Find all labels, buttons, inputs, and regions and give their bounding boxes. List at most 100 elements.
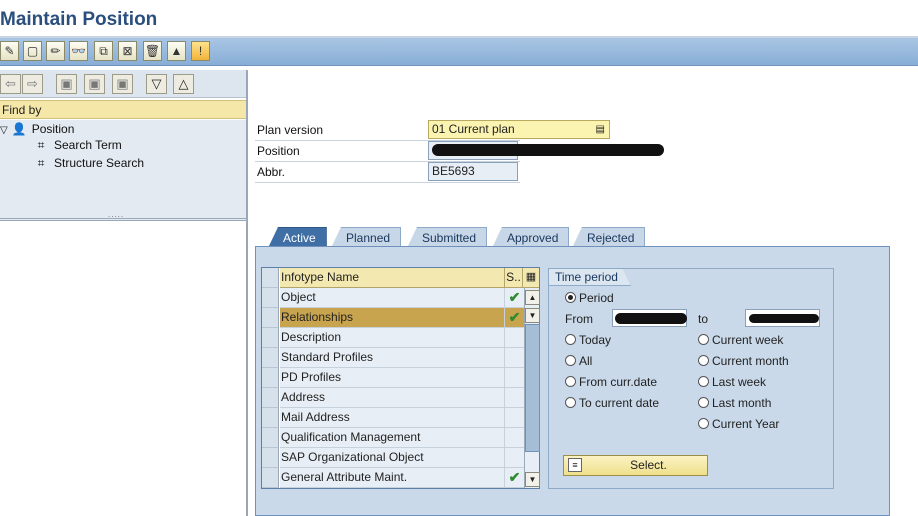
- tree-tool-3-icon[interactable]: ▣: [112, 74, 133, 94]
- radio-all[interactable]: All: [565, 352, 592, 370]
- overview-icon[interactable]: ▲: [167, 41, 186, 61]
- forward-arrow-icon[interactable]: ⇨: [22, 74, 43, 94]
- expand-all-icon[interactable]: ▽: [146, 74, 167, 94]
- tab-approved[interactable]: Approved: [492, 227, 570, 248]
- row-selector[interactable]: [262, 468, 279, 488]
- scroll-down-icon[interactable]: ▼: [525, 472, 540, 487]
- vertical-scrollbar[interactable]: ▲ ▼ ▼: [524, 288, 540, 488]
- plan-version-value: 01 Current plan: [432, 122, 515, 136]
- status-cell: [504, 448, 524, 468]
- row-selector[interactable]: [262, 308, 279, 328]
- radio-last-week[interactable]: Last week: [698, 373, 766, 391]
- collapse-triangle-icon[interactable]: ▽: [0, 125, 8, 136]
- radio-icon: [698, 376, 709, 387]
- tab-submitted[interactable]: Submitted: [407, 227, 488, 248]
- table-row[interactable]: SAP Organizational Object: [280, 448, 504, 468]
- check-icon: ✔: [504, 468, 524, 488]
- status-cell: [504, 428, 524, 448]
- column-settings-icon[interactable]: ▦: [522, 268, 539, 288]
- display-icon[interactable]: 👓: [69, 41, 88, 61]
- tab-planned[interactable]: Planned: [331, 227, 402, 248]
- radio-current-month[interactable]: Current month: [698, 352, 789, 370]
- create-icon[interactable]: ▢: [23, 41, 42, 61]
- change-icon[interactable]: ✎: [0, 41, 19, 61]
- abbr-field[interactable]: BE5693: [428, 162, 518, 181]
- radio-icon: [565, 355, 576, 366]
- row-selector[interactable]: [262, 288, 279, 308]
- info-icon[interactable]: !: [191, 41, 210, 61]
- tree-tool-2-icon[interactable]: ▣: [84, 74, 105, 94]
- check-icon: ✔: [504, 308, 524, 328]
- scroll-thumb[interactable]: [525, 324, 540, 452]
- col-header-status[interactable]: S..: [504, 268, 522, 288]
- divider: [255, 182, 520, 183]
- radio-icon: [698, 397, 709, 408]
- status-cell: [504, 368, 524, 388]
- position-label: Position: [257, 144, 300, 158]
- tree-node-search-term[interactable]: ⌗ Search Term: [34, 136, 122, 154]
- binoculars-icon: ⌗: [37, 138, 45, 152]
- table-row[interactable]: Standard Profiles: [280, 348, 504, 368]
- radio-icon: [698, 418, 709, 429]
- radio-today[interactable]: Today: [565, 331, 611, 349]
- row-selector[interactable]: [262, 328, 279, 348]
- plan-version-field[interactable]: 01 Current plan ▤: [428, 120, 610, 139]
- find-by-header: Find by: [0, 100, 246, 119]
- radio-current-year[interactable]: Current Year: [698, 415, 779, 433]
- table-row[interactable]: Address: [280, 388, 504, 408]
- table-row[interactable]: PD Profiles: [280, 368, 504, 388]
- row-selector[interactable]: [262, 428, 279, 448]
- table-row[interactable]: Description: [280, 328, 504, 348]
- tree-node-structure-search[interactable]: ⌗ Structure Search: [34, 154, 144, 172]
- radio-period[interactable]: Period: [565, 289, 614, 307]
- table-row[interactable]: Object: [280, 288, 504, 308]
- radio-from-curr-date[interactable]: From curr.date: [565, 373, 657, 391]
- radio-last-month[interactable]: Last month: [698, 394, 771, 412]
- radio-label: Period: [579, 291, 614, 305]
- binoculars-icon: ⌗: [37, 156, 45, 170]
- copy-icon[interactable]: ⧉: [94, 41, 113, 61]
- check-icon: ✔: [504, 288, 524, 308]
- collapse-all-icon[interactable]: △: [173, 74, 194, 94]
- person-icon: 👤: [11, 122, 27, 136]
- row-selector[interactable]: [262, 388, 279, 408]
- scroll-up-icon[interactable]: ▲: [525, 290, 540, 305]
- tab-rejected[interactable]: Rejected: [572, 227, 646, 248]
- delete-icon[interactable]: 🗑: [143, 41, 162, 61]
- select-button[interactable]: ≡ Select.: [563, 455, 708, 476]
- select-all-cell[interactable]: [262, 268, 279, 288]
- abbr-label: Abbr.: [257, 165, 286, 179]
- row-selector[interactable]: [262, 368, 279, 388]
- search-tree: ▽ 👤 Position ⌗ Search Term ⌗ Structure Searc…: [0, 120, 246, 220]
- radio-label: Today: [579, 333, 612, 347]
- row-selector[interactable]: [262, 448, 279, 468]
- page-title: Maintain Position: [0, 9, 158, 30]
- table-row-selected[interactable]: Relationships: [280, 308, 504, 328]
- row-selector[interactable]: [262, 348, 279, 368]
- scroll-page-down-icon[interactable]: ▼: [525, 308, 540, 323]
- redacted-position-value: [432, 144, 664, 156]
- tab-active[interactable]: Active: [268, 227, 327, 248]
- row-selector[interactable]: [262, 408, 279, 428]
- radio-current-week[interactable]: Current week: [698, 331, 783, 349]
- panel-divider: [0, 218, 246, 221]
- col-header-infotype-name[interactable]: Infotype Name: [280, 268, 504, 288]
- status-cell: [504, 388, 524, 408]
- time-period-title: Time period: [549, 269, 631, 286]
- status-cell: [504, 328, 524, 348]
- radio-to-current-date[interactable]: To current date: [565, 394, 659, 412]
- title-bar: Maintain Position: [0, 0, 918, 38]
- table-row[interactable]: General Attribute Maint.: [280, 468, 504, 488]
- radio-icon: [565, 397, 576, 408]
- infotype-table: Infotype Name S.. ▦ Object ✔ Relationshi…: [261, 267, 540, 489]
- radio-label: Last month: [712, 396, 772, 410]
- back-arrow-icon[interactable]: ⇦: [0, 74, 21, 94]
- delimit-icon[interactable]: ⊠: [118, 41, 137, 61]
- edit-pencil-icon[interactable]: ✏: [46, 41, 65, 61]
- radio-label: All: [579, 354, 593, 368]
- object-manager-panel: ⇦ ⇨ ▣ ▣ ▣ ▽ △ Find by ▽ 👤 Position ⌗ Search…: [0, 70, 248, 516]
- dropdown-icon[interactable]: ▤: [596, 121, 605, 138]
- tree-tool-1-icon[interactable]: ▣: [56, 74, 77, 94]
- table-row[interactable]: Mail Address: [280, 408, 504, 428]
- table-row[interactable]: Qualification Management: [280, 428, 504, 448]
